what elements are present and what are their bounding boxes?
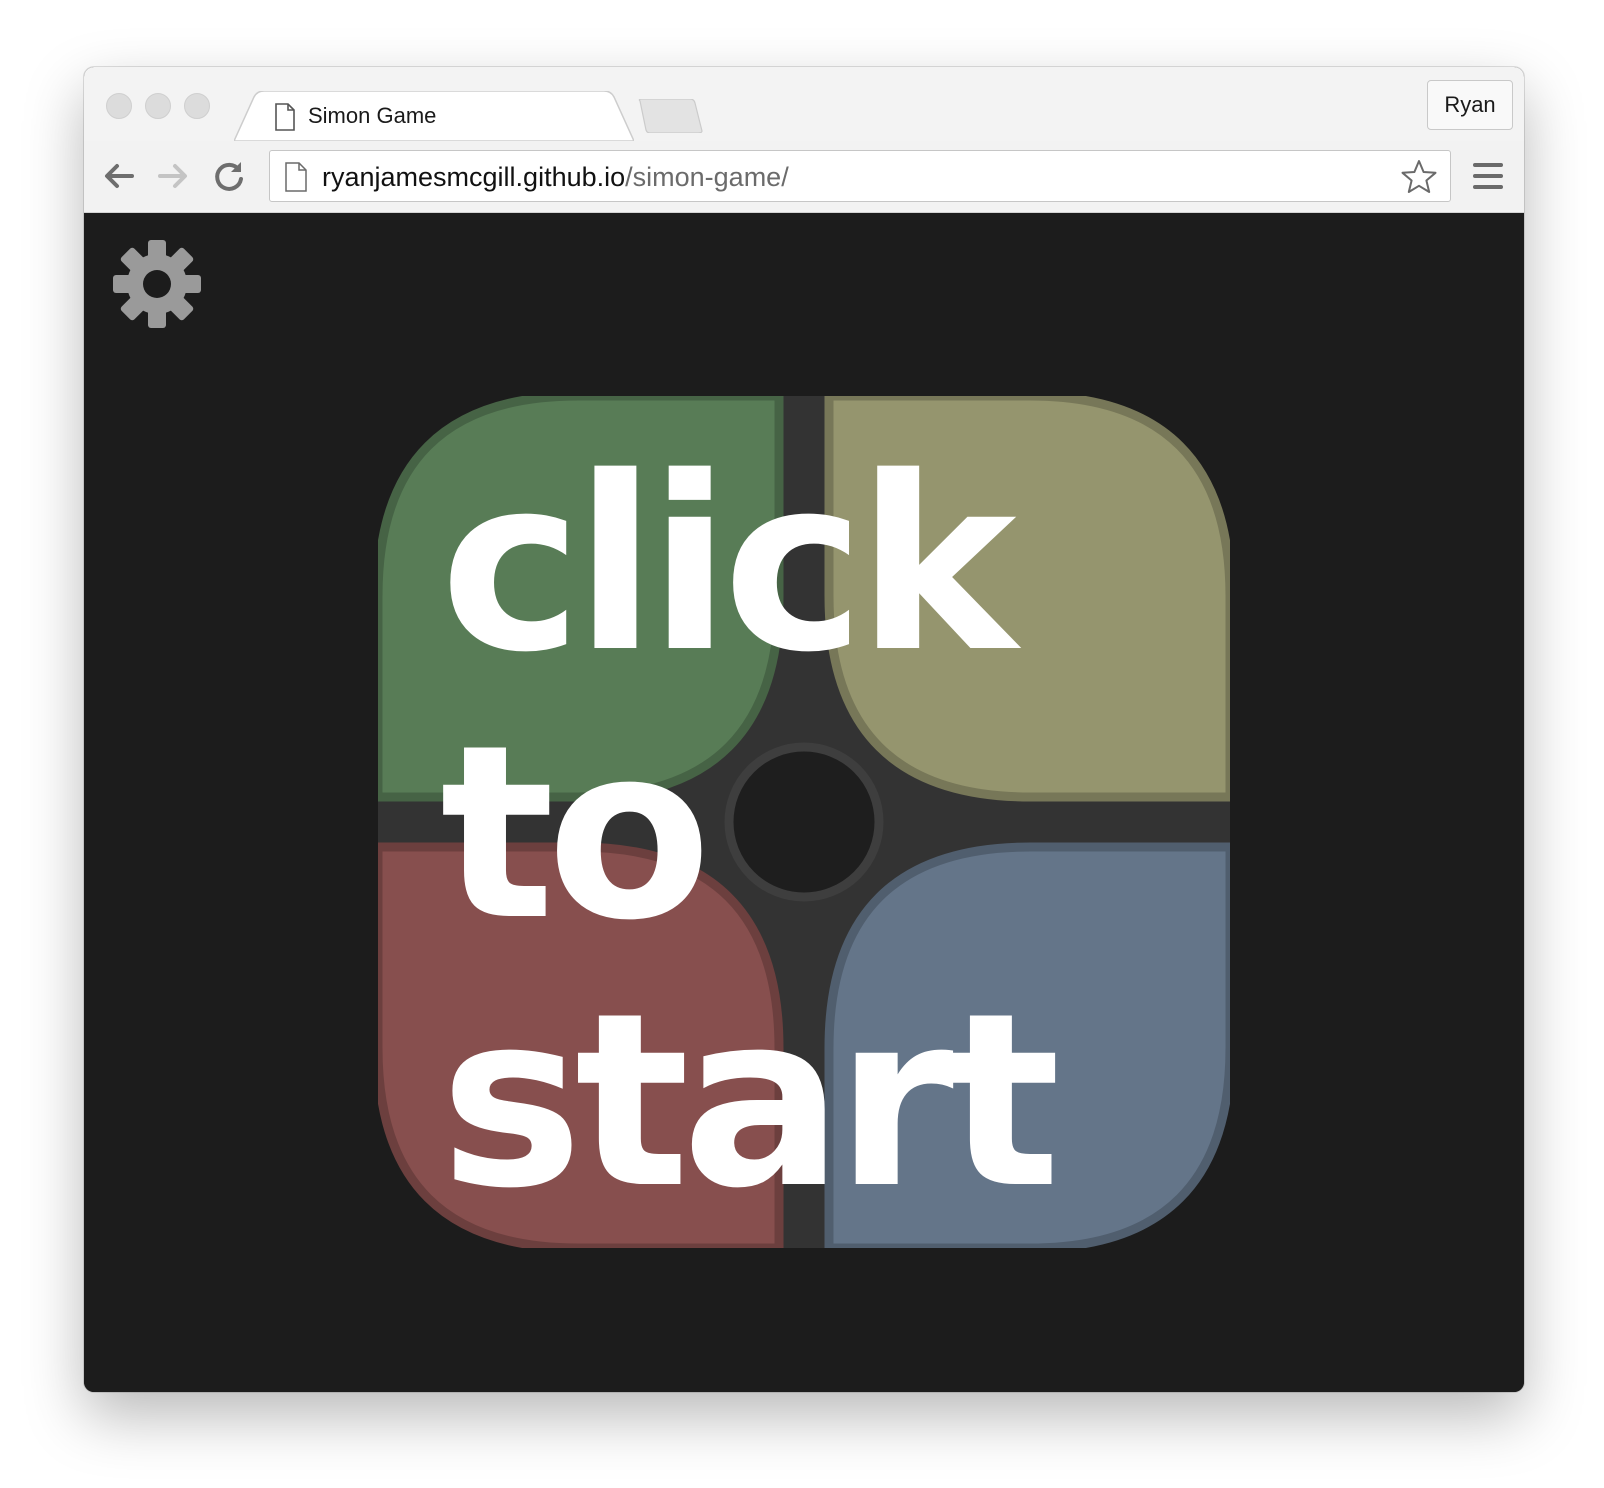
new-tab-button[interactable]: [638, 99, 704, 133]
url-text[interactable]: ryanjamesmcgill.github.io/simon-game/: [322, 162, 789, 193]
document-icon: [275, 103, 295, 131]
url-host: ryanjamesmcgill.github.io: [322, 162, 626, 192]
gear-icon[interactable]: [112, 239, 202, 329]
profile-button[interactable]: Ryan: [1427, 80, 1513, 130]
start-prompt[interactable]: click to start: [440, 431, 1140, 1235]
forward-arrow-icon[interactable]: [156, 159, 190, 193]
title-bar: Simon Game × Ryan: [84, 67, 1524, 141]
start-prompt-line-3: start: [440, 961, 1061, 1241]
toolbar: ryanjamesmcgill.github.io/simon-game/: [84, 141, 1524, 213]
page-icon: [285, 162, 307, 192]
address-bar[interactable]: ryanjamesmcgill.github.io/simon-game/: [269, 150, 1451, 202]
start-prompt-line-2: to: [440, 693, 712, 973]
close-window-button[interactable]: [106, 93, 132, 119]
reload-icon[interactable]: [212, 159, 246, 193]
browser-window: Simon Game × Ryan ryanjamesmcgill.github…: [84, 67, 1524, 1392]
back-arrow-icon[interactable]: [102, 159, 136, 193]
start-prompt-line-1: click: [440, 425, 1017, 705]
zoom-window-button[interactable]: [184, 93, 210, 119]
star-icon[interactable]: [1400, 158, 1438, 196]
tab-title: Simon Game: [308, 103, 437, 128]
game-page: click to start: [84, 213, 1524, 1392]
menu-icon[interactable]: [1472, 161, 1504, 191]
url-path: /simon-game/: [625, 162, 789, 192]
minimize-window-button[interactable]: [145, 93, 171, 119]
tab-simon-game[interactable]: Simon Game ×: [234, 91, 691, 141]
